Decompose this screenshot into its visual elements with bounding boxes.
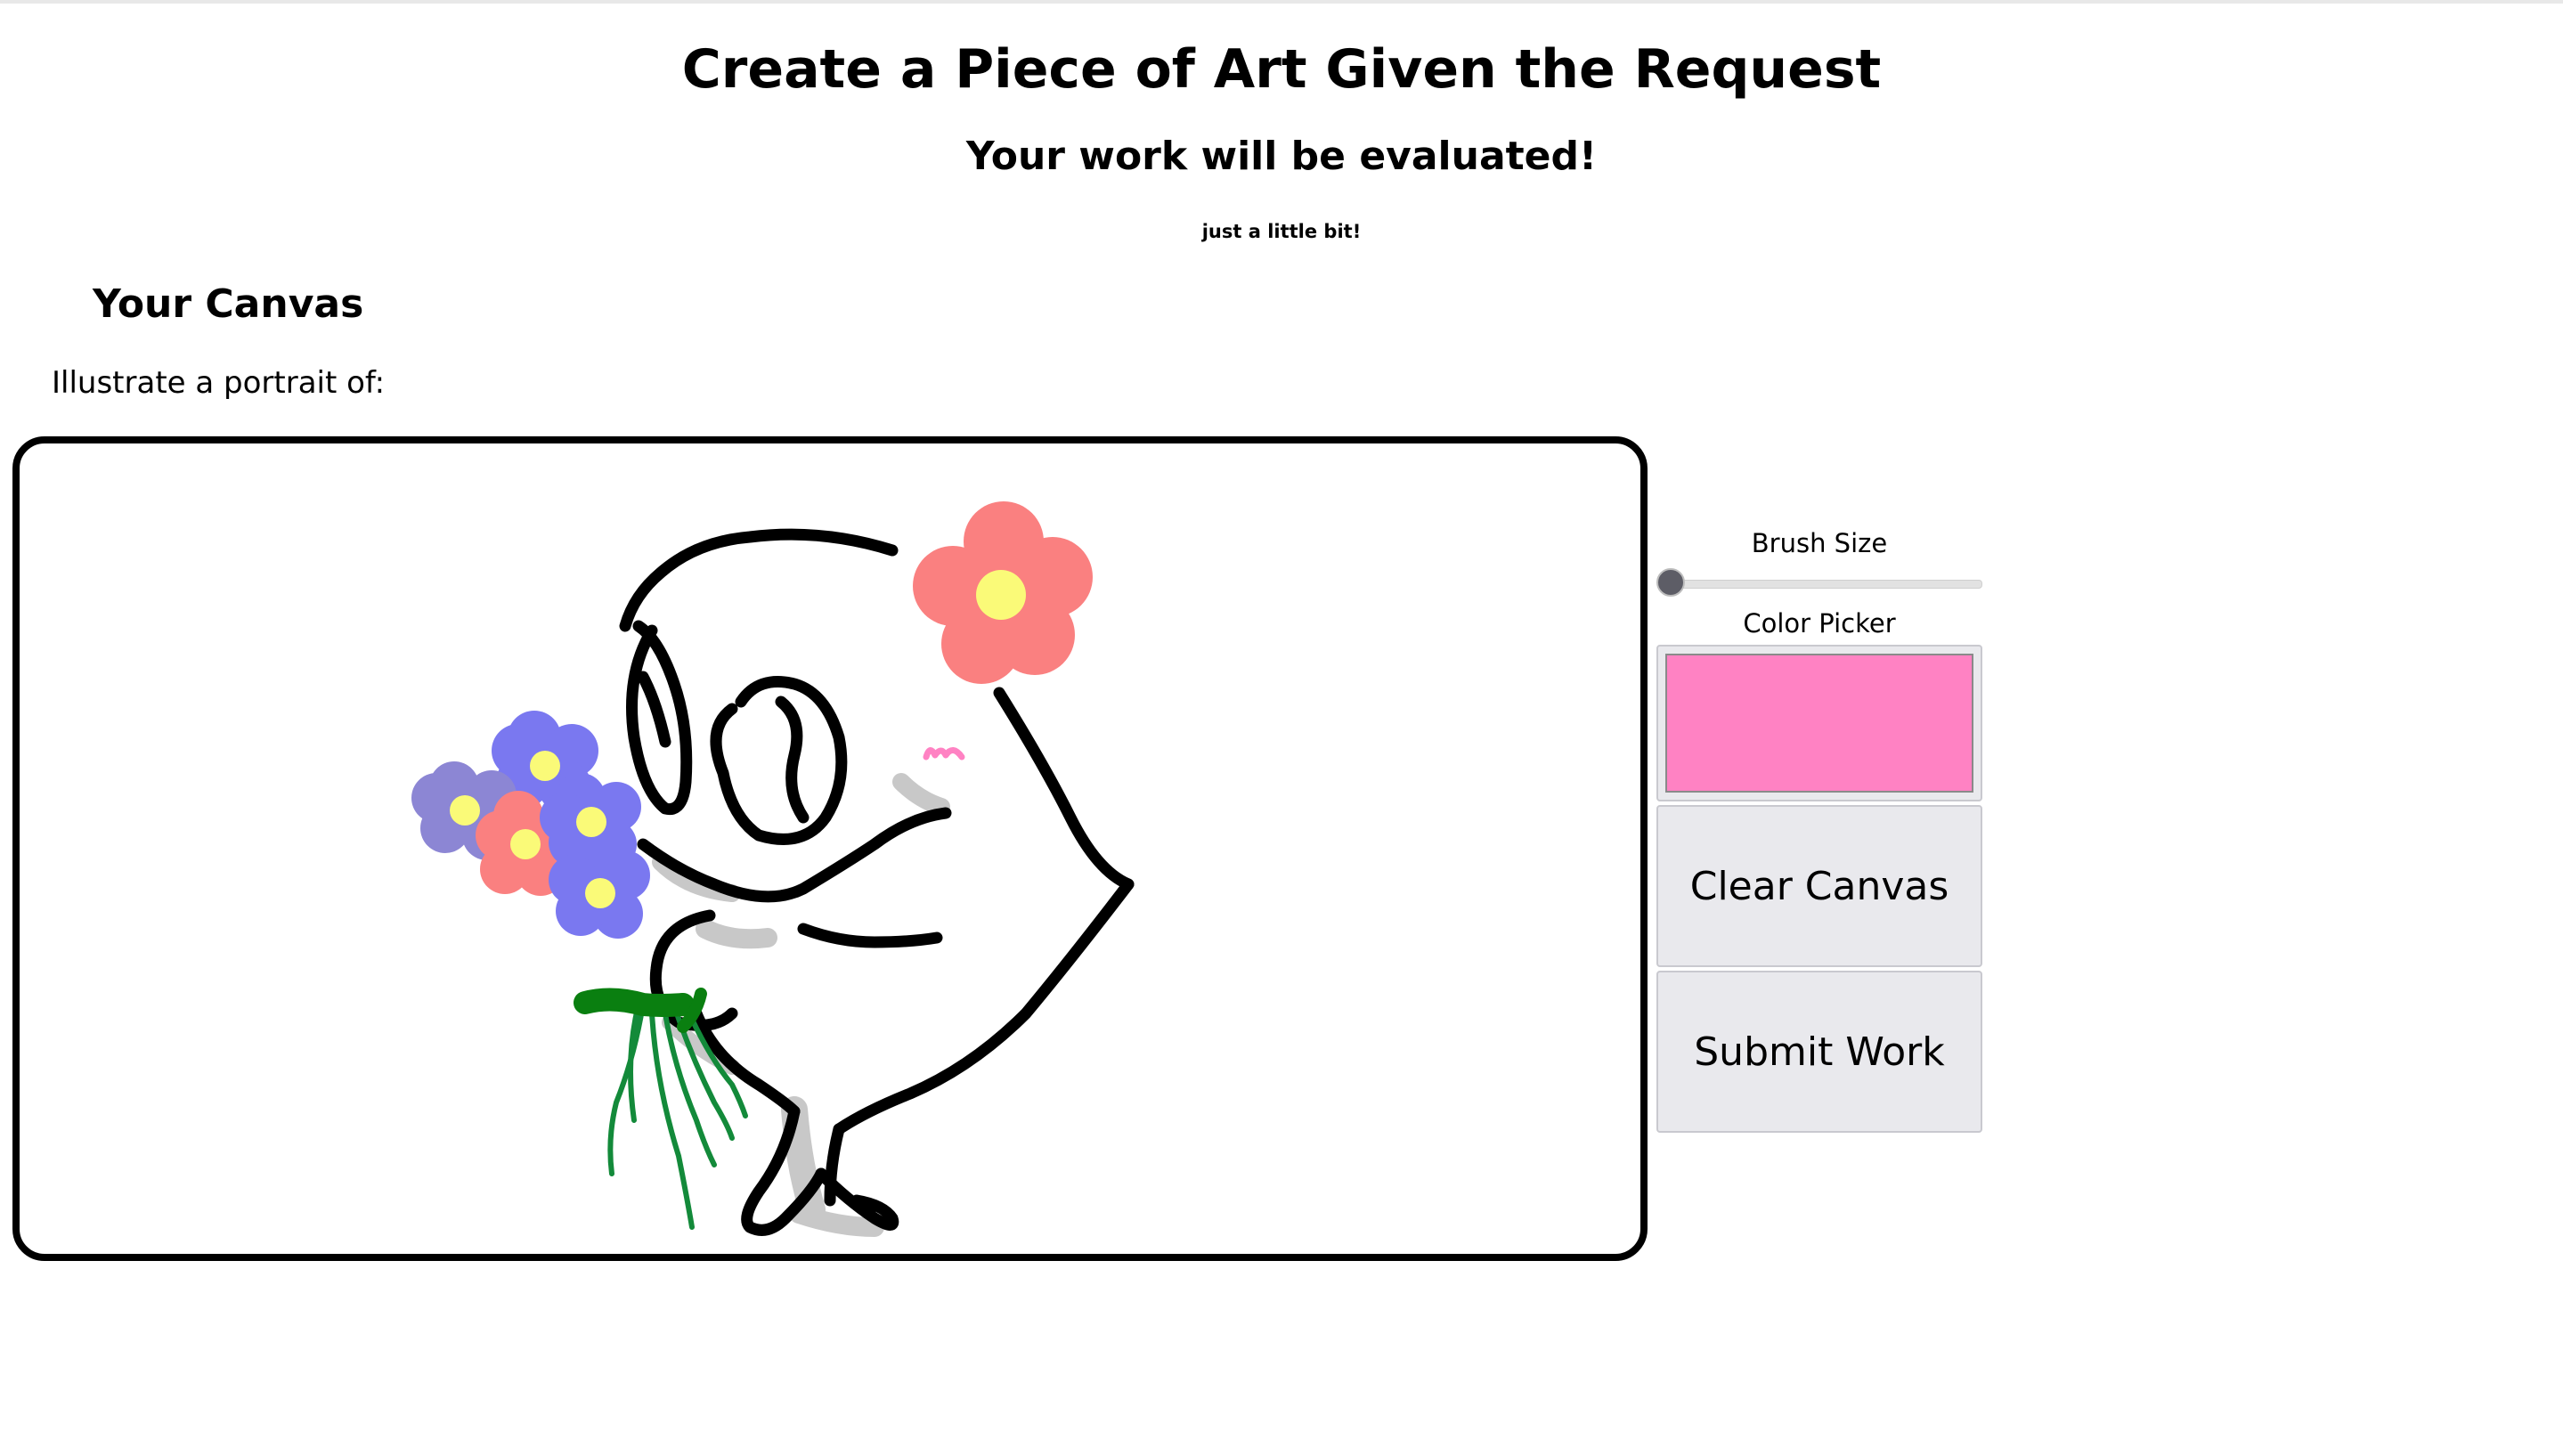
drawing-canvas[interactable] <box>12 436 1648 1261</box>
page-title: Create a Piece of Art Given the Request <box>681 38 1882 101</box>
brush-size-label: Brush Size <box>1751 528 1888 558</box>
page-note: just a little bit! <box>1201 221 1362 242</box>
clear-canvas-button[interactable]: Clear Canvas <box>1656 805 1982 967</box>
canvas-drawing <box>411 501 1135 1237</box>
color-swatch[interactable] <box>1665 654 1973 793</box>
color-picker[interactable] <box>1656 645 1982 801</box>
drawing-flowers <box>411 501 1093 939</box>
drawing-blush <box>923 747 965 761</box>
top-divider <box>0 0 2563 4</box>
canvas-heading: Your Canvas <box>93 281 364 327</box>
page-subtitle: Your work will be evaluated! <box>965 134 1598 179</box>
brush-size-track[interactable] <box>1671 580 1982 589</box>
canvas-prompt: Illustrate a portrait of: <box>52 365 386 401</box>
drawing-bow <box>574 988 707 1033</box>
color-picker-label: Color Picker <box>1743 608 1896 639</box>
hair-flower <box>913 501 1093 684</box>
submit-work-button[interactable]: Submit Work <box>1656 971 1982 1133</box>
tool-panel: Brush Size Color Picker Clear Canvas Sub… <box>1656 525 1982 1133</box>
brush-size-thumb[interactable] <box>1656 568 1685 597</box>
brush-size-slider[interactable] <box>1656 565 1982 600</box>
